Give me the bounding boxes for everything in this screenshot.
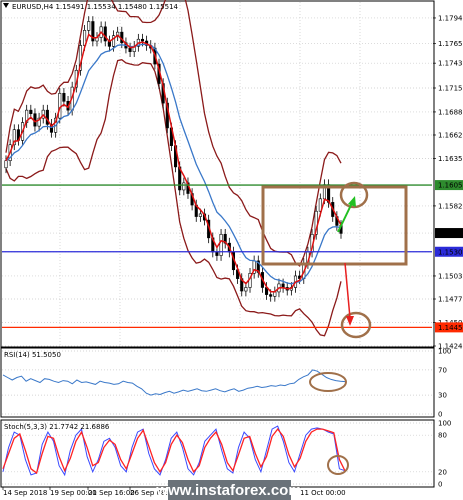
candle-body	[273, 291, 277, 297]
price-tick-label: 1.16355	[438, 155, 463, 163]
indicator-tick-label: 0	[438, 481, 442, 489]
candle-body	[87, 21, 91, 31]
rsi-label: RSI(14) 51.5050	[4, 351, 61, 359]
stoch-axis: 100 80 20 0	[438, 420, 451, 489]
rsi-panel: RSI(14) 51.5050 100 70 30 0	[0, 347, 451, 419]
price-tick-label: 1.17650	[438, 40, 463, 48]
candle-body	[58, 93, 62, 119]
candle-body	[29, 109, 33, 115]
price-tick-label: 1.17430	[438, 60, 463, 68]
time-tick-label: 21 Sep 16:00	[88, 489, 135, 497]
candle-body	[182, 182, 186, 191]
price-panel-frame	[0, 0, 435, 348]
stoch-panel: Stoch(5,3,3) 21.7742 21.6886 100 80 20 0	[0, 419, 451, 489]
rsi-panel-frame	[0, 347, 435, 418]
price-tick-label: 1.14770	[438, 296, 463, 304]
indicator-tick-label: 70	[438, 366, 447, 374]
time-tick-label: 11 Oct 00:00	[300, 489, 346, 497]
candle-body	[269, 294, 273, 297]
price-panel: EURUSD,H4 1.15491 1.15534 1.15480 1.1551…	[0, 0, 463, 351]
candle	[58, 88, 62, 124]
price-tick-label: 1.15030	[438, 272, 463, 280]
candle-body	[4, 160, 8, 169]
candle-body	[103, 26, 107, 42]
candle-body	[198, 213, 202, 217]
indicator-tick-label: 80	[438, 432, 447, 440]
candle-body	[62, 93, 66, 102]
indicator-tick-label: 30	[438, 392, 447, 400]
symbol-info: EURUSD,H4 1.15491 1.15534 1.15480 1.1551…	[12, 3, 179, 11]
price-axis: 1.17940 1.17650 1.17430 1.17150 1.16880 1.166…	[433, 14, 463, 351]
indicator-tick-label: 20	[438, 468, 447, 476]
rsi-axis: 100 70 30 0	[438, 348, 451, 419]
indicator-tick-label: 100	[438, 420, 451, 428]
price-tick-label: 1.15820	[438, 202, 463, 210]
indicator-tick-label: 0	[438, 411, 442, 419]
candle-body	[140, 38, 145, 42]
price-tick-label: 1.15514	[438, 230, 463, 238]
price-tick-label: 1.16880	[438, 108, 463, 116]
price-tick-label: 1.17940	[438, 14, 463, 22]
price-tick-label: 1.16620	[438, 131, 463, 139]
price-tick-label: 1.16055	[438, 182, 463, 190]
candle-body	[128, 47, 132, 52]
price-tick-label: 1.14450	[438, 324, 463, 332]
stoch-label: Stoch(5,3,3) 21.7742 21.6886	[4, 423, 110, 431]
candle-body	[244, 287, 248, 292]
watermark: www.instaforex.com	[155, 482, 301, 499]
time-tick-label: 14 Sep 2018	[3, 489, 47, 497]
indicator-tick-label: 100	[438, 348, 451, 356]
price-tick-label: 1.15303	[438, 248, 463, 256]
chart-root: EURUSD,H4 1.15491 1.15534 1.15480 1.1551…	[0, 0, 463, 500]
price-tick-label: 1.17150	[438, 85, 463, 93]
candle-body	[215, 251, 219, 256]
